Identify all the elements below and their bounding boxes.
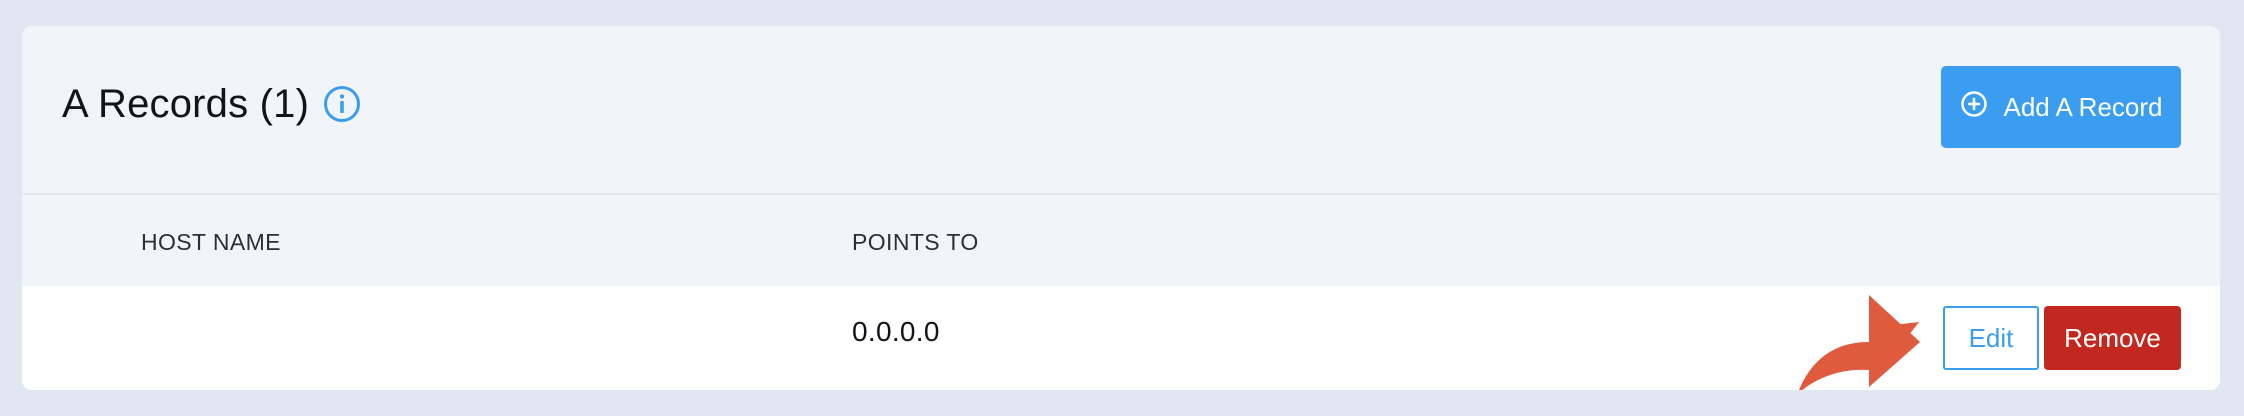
table-row: 0.0.0.0 Edit Remove [22, 286, 2220, 390]
add-a-record-button[interactable]: Add A Record [1941, 66, 2181, 148]
column-host-name: HOST NAME [141, 229, 281, 255]
a-records-card: A Records (1) Add A Record HOST NAME POI… [22, 26, 2220, 390]
curved-arrow-icon [1799, 295, 1920, 390]
points-to-cell: 0.0.0.0 [852, 316, 940, 347]
section-title: A Records (1) [62, 82, 310, 126]
remove-button[interactable]: Remove [2044, 306, 2181, 370]
card-header: A Records (1) Add A Record [22, 26, 2220, 195]
add-a-record-label: Add A Record [2003, 91, 2163, 122]
table-header: HOST NAME POINTS TO [22, 195, 2220, 286]
column-points-to: POINTS TO [852, 229, 979, 255]
plus-circle-icon [1960, 90, 1988, 125]
title-group: A Records (1) [62, 84, 361, 124]
info-icon[interactable] [323, 85, 361, 123]
edit-button[interactable]: Edit [1943, 306, 2039, 370]
